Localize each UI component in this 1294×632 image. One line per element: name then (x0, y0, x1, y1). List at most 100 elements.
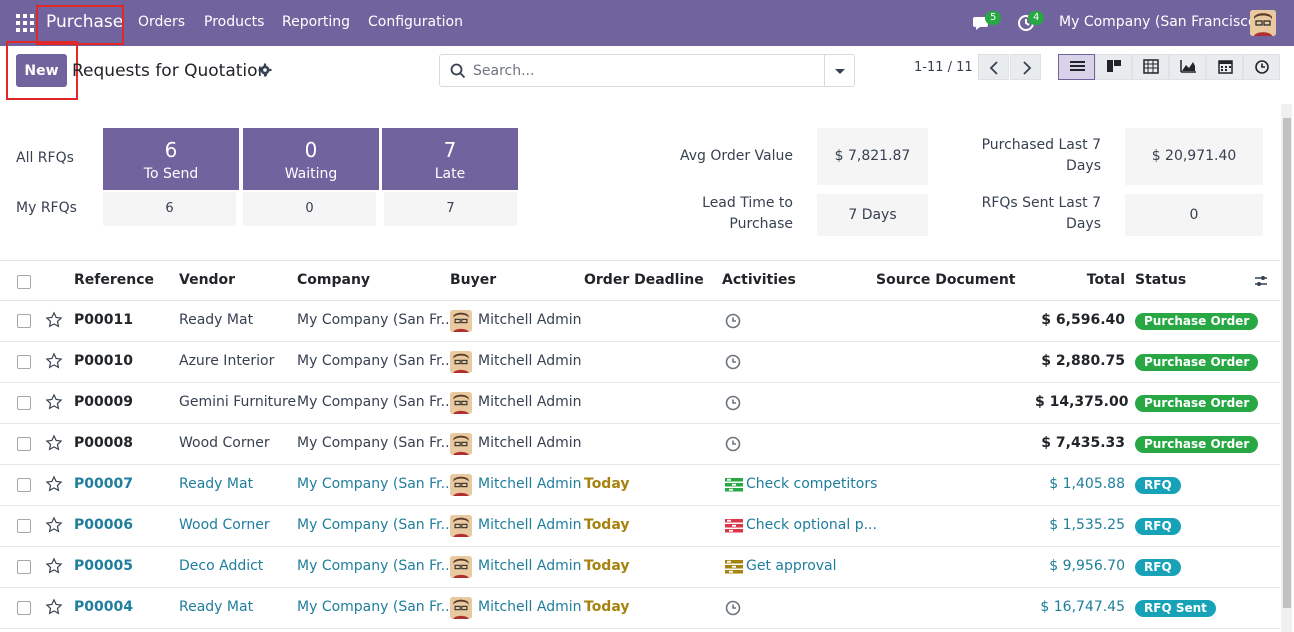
view-graph-button[interactable] (1169, 54, 1206, 80)
star-icon[interactable] (45, 557, 63, 575)
col-buyer[interactable]: Buyer (450, 272, 496, 288)
cell-total: $ 9,956.70 (1049, 558, 1125, 574)
star-icon[interactable] (45, 352, 63, 370)
scrollbar-thumb[interactable] (1283, 118, 1291, 608)
star-icon[interactable] (45, 598, 63, 616)
buyer-avatar (450, 392, 472, 414)
col-activities[interactable]: Activities (722, 272, 796, 288)
status-badge: RFQ Sent (1135, 600, 1216, 617)
my-waiting[interactable]: 0 (243, 192, 376, 226)
cell-total: $ 7,435.33 (1041, 435, 1125, 451)
user-avatar[interactable] (1250, 10, 1276, 36)
row-checkbox[interactable] (17, 396, 31, 410)
pager-next-button[interactable] (1010, 54, 1041, 80)
company-switcher[interactable]: My Company (San Francisco) (1059, 14, 1262, 30)
col-order-deadline[interactable]: Order Deadline (584, 272, 704, 288)
my-late[interactable]: 7 (384, 192, 517, 226)
rfqs-sent-label-line2: Days (1066, 216, 1101, 232)
col-total[interactable]: Total (1035, 272, 1125, 288)
col-status[interactable]: Status (1135, 272, 1186, 288)
pager-value[interactable]: 1-11 / 11 (914, 60, 973, 75)
cell-company: My Company (San Fr... (297, 353, 454, 369)
menu-products[interactable]: Products (204, 14, 264, 30)
cell-company: My Company (San Fr... (297, 558, 454, 574)
row-checkbox[interactable] (17, 437, 31, 451)
cell-reference: P00007 (74, 476, 133, 492)
area-chart-icon (1180, 60, 1196, 73)
gear-icon[interactable] (258, 63, 272, 77)
table-row[interactable]: P00004 Ready Mat My Company (San Fr... Mitc… (0, 588, 1280, 629)
purchased-last-7-value: $ 20,971.40 (1125, 128, 1263, 185)
table-row[interactable]: P00008 Wood Corner My Company (San Fr... Mi… (0, 424, 1280, 465)
cell-company: My Company (San Fr... (297, 476, 454, 492)
col-source-document[interactable]: Source Document (876, 272, 1016, 288)
menu-configuration[interactable]: Configuration (368, 14, 463, 30)
caret-down-icon (835, 69, 845, 74)
star-icon[interactable] (45, 516, 63, 534)
view-pivot-button[interactable] (1132, 54, 1169, 80)
row-checkbox[interactable] (17, 560, 31, 574)
row-checkbox[interactable] (17, 314, 31, 328)
star-icon[interactable] (45, 475, 63, 493)
column-settings-icon[interactable] (1254, 274, 1268, 288)
status-badge: Purchase Order (1135, 436, 1259, 453)
clock-icon[interactable] (724, 354, 742, 370)
search-input[interactable] (473, 61, 813, 81)
star-icon[interactable] (45, 393, 63, 411)
tile-waiting[interactable]: 0 Waiting (243, 128, 379, 190)
cell-order-deadline: Today (584, 599, 630, 615)
star-icon[interactable] (45, 434, 63, 452)
row-checkbox[interactable] (17, 601, 31, 615)
cell-buyer: Mitchell Admin (478, 353, 582, 369)
apps-grid-icon[interactable] (16, 14, 34, 32)
clock-icon[interactable] (724, 395, 742, 411)
cell-activity[interactable]: Check optional p... (746, 517, 877, 533)
view-calendar-button[interactable] (1206, 54, 1243, 80)
cell-total: $ 1,405.88 (1049, 476, 1125, 492)
cell-activity[interactable]: Get approval (746, 558, 837, 574)
search-options-toggle[interactable] (824, 55, 854, 86)
cell-total: $ 14,375.00 (1035, 394, 1129, 410)
vertical-scrollbar[interactable] (1281, 104, 1292, 632)
my-rfqs-label: My RFQs (16, 200, 77, 216)
cell-company: My Company (San Fr... (297, 599, 454, 615)
my-to-send[interactable]: 6 (103, 192, 236, 226)
select-all-checkbox[interactable] (17, 275, 31, 289)
view-kanban-button[interactable] (1095, 54, 1132, 80)
cell-company: My Company (San Fr... (297, 517, 454, 533)
row-checkbox[interactable] (17, 519, 31, 533)
row-checkbox[interactable] (17, 478, 31, 492)
tile-late[interactable]: 7 Late (382, 128, 518, 190)
table-row[interactable]: P00010 Azure Interior My Company (San Fr..… (0, 342, 1280, 383)
table-row[interactable]: P00005 Deco Addict My Company (San Fr... Mi… (0, 547, 1280, 588)
row-checkbox[interactable] (17, 355, 31, 369)
tasks-icon-yellow[interactable] (724, 559, 743, 575)
menu-reporting[interactable]: Reporting (282, 14, 350, 30)
cell-reference: P00010 (74, 353, 133, 369)
table-row[interactable]: P00006 Wood Corner My Company (San Fr... Mi… (0, 506, 1280, 547)
pager-previous-button[interactable] (978, 54, 1009, 80)
table-row[interactable]: P00011 Ready Mat My Company (San Fr... Mitc… (0, 301, 1280, 342)
menu-orders[interactable]: Orders (138, 14, 185, 30)
search-bar (439, 54, 855, 87)
col-vendor[interactable]: Vendor (179, 272, 235, 288)
col-company[interactable]: Company (297, 272, 370, 288)
table-row[interactable]: P00007 Ready Mat My Company (San Fr... Mitc… (0, 465, 1280, 506)
view-list-button[interactable] (1058, 54, 1095, 80)
cell-buyer: Mitchell Admin (478, 435, 582, 451)
cell-activity[interactable]: Check competitors (746, 476, 877, 492)
buyer-avatar (450, 351, 472, 373)
cell-vendor: Azure Interior (179, 353, 275, 369)
table-row[interactable]: P00009 Gemini Furniture My Company (San Fr… (0, 383, 1280, 424)
tile-to-send[interactable]: 6 To Send (103, 128, 239, 190)
clock-icon[interactable] (724, 436, 742, 452)
clock-icon[interactable] (724, 313, 742, 329)
list-view-icon (1070, 61, 1085, 71)
cell-buyer: Mitchell Admin (478, 517, 582, 533)
clock-icon[interactable] (724, 600, 742, 616)
tasks-icon-red[interactable] (724, 518, 743, 534)
tasks-icon-green[interactable] (724, 477, 743, 493)
star-icon[interactable] (45, 311, 63, 329)
col-reference[interactable]: Reference (74, 272, 154, 288)
view-activity-button[interactable] (1243, 54, 1280, 80)
